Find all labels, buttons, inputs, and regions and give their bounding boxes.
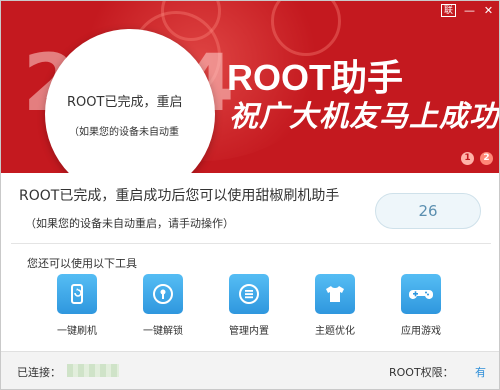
- status-hint: （如果您的设备未自动重启，请手动操作）: [25, 217, 234, 230]
- divider: [11, 243, 491, 244]
- root-assistant-window: 2014 ROOT助手 祝广大机友马上成功 联 — ✕ 1 2 ROOT已完成，…: [0, 0, 500, 390]
- status-bar: 已连接： ROOT权限： 有: [1, 351, 499, 389]
- app-logo-icon[interactable]: 联: [441, 4, 456, 17]
- tool-label: 主题优化: [315, 326, 355, 337]
- phone-refresh-icon: [57, 274, 97, 314]
- connected-device-name: [67, 364, 119, 377]
- tool-label: 应用游戏: [401, 326, 441, 337]
- close-button[interactable]: ✕: [480, 3, 497, 18]
- tool-manage-builtin[interactable]: 管理内置: [211, 274, 287, 337]
- countdown-button[interactable]: 26: [375, 193, 481, 229]
- tool-label: 一键解锁: [143, 326, 183, 337]
- window-controls: 联 — ✕: [441, 3, 497, 18]
- banner-page-1[interactable]: 1: [461, 152, 474, 165]
- tool-one-click-unlock[interactable]: 一键解锁: [125, 274, 201, 337]
- list-icon: [229, 274, 269, 314]
- status-message: ROOT已完成，重启成功后您可以使用甜椒刷机助手: [19, 188, 340, 204]
- banner-subtitle: 祝广大机友马上成功: [229, 99, 500, 133]
- tool-label: 一键刷机: [57, 326, 97, 337]
- banner-page-2[interactable]: 2: [480, 152, 493, 165]
- tools-heading: 您还可以使用以下工具: [27, 257, 137, 270]
- connected-label: 已连接：: [17, 366, 61, 379]
- tool-apps-games[interactable]: 应用游戏: [383, 274, 459, 337]
- bubble-hint: （如果您的设备未自动重: [69, 127, 179, 138]
- shirt-icon: [315, 274, 355, 314]
- root-permission-value: 有: [475, 366, 486, 379]
- banner-pager: 1 2: [461, 152, 493, 165]
- root-permission-label: ROOT权限：: [389, 366, 454, 379]
- minimize-button[interactable]: —: [461, 3, 478, 18]
- status-area: ROOT已完成，重启成功后您可以使用甜椒刷机助手 （如果您的设备未自动重启，请手…: [1, 173, 499, 241]
- tool-one-click-flash[interactable]: 一键刷机: [39, 274, 115, 337]
- gamepad-icon: [401, 274, 441, 314]
- bubble-message: ROOT已完成，重启: [67, 95, 183, 110]
- tool-theme-optimize[interactable]: 主题优化: [297, 274, 373, 337]
- keyhole-icon: [143, 274, 183, 314]
- tool-label: 管理内置: [229, 326, 269, 337]
